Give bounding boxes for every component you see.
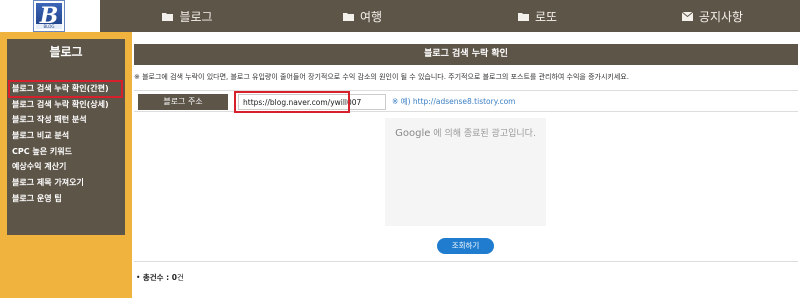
blog-url-label: 블로그 주소	[138, 94, 228, 110]
main-content: 블로그 검색 누락 확인 ※ 블로그에 검색 누락이 있다면, 블로그 유입량이…	[132, 32, 800, 298]
top-bar: B BLOG 블로그 여행 로또 공지사항	[0, 0, 800, 32]
folder-icon	[517, 12, 529, 21]
ad-message: Google 에 의해 종료된 광고입니다.	[385, 126, 546, 139]
sidebar-item-blog-compare[interactable]: 블로그 비교 분석	[7, 128, 125, 144]
sidebar-item-search-check-simple[interactable]: 블로그 검색 누락 확인(간편)	[8, 80, 123, 98]
sidebar-item-tips[interactable]: 블로그 운영 팁	[7, 191, 125, 207]
sidebar-panel: 블로그 블로그 검색 누락 확인(간편) 블로그 검색 누락 확인(상세) 블로…	[7, 39, 125, 235]
nav-item-travel[interactable]: 여행	[275, 0, 450, 32]
search-button[interactable]: 조회하기	[437, 238, 494, 254]
main-nav: 블로그 여행 로또 공지사항	[100, 0, 800, 32]
sidebar-item-revenue-calculator[interactable]: 예상수익 계산기	[7, 159, 125, 175]
google-label: Google	[395, 128, 431, 139]
sidebar-title: 블로그	[49, 45, 83, 59]
nav-item-notice[interactable]: 공지사항	[625, 0, 800, 32]
nav-item-lotto[interactable]: 로또	[450, 0, 625, 32]
sidebar-item-search-check-detail[interactable]: 블로그 검색 누락 확인(상세)	[7, 97, 125, 113]
nav-label: 로또	[534, 9, 558, 24]
sidebar-item-title-fetch[interactable]: 블로그 제목 가져오기	[7, 175, 125, 191]
divider	[134, 261, 798, 262]
nav-label: 공지사항	[698, 9, 744, 24]
ad-placeholder: Google 에 의해 종료된 광고입니다.	[385, 118, 546, 226]
site-logo[interactable]: B BLOG	[34, 1, 64, 31]
highlight-outline	[234, 91, 350, 113]
ad-text: 에 의해 종료된 광고입니다.	[430, 129, 536, 139]
sidebar-item-pattern-analysis[interactable]: 블로그 작성 패턴 분석	[7, 112, 125, 128]
sidebar-item-cpc-keywords[interactable]: CPC 높은 키워드	[7, 144, 125, 160]
total-count: • 총건수 : 0건	[136, 273, 184, 282]
sidebar-menu: 블로그 검색 누락 확인(간편) 블로그 검색 누락 확인(상세) 블로그 작성…	[7, 75, 125, 225]
folder-icon	[342, 12, 354, 21]
blog-url-form-row: 블로그 주소 ※ 예) http://adsense8.tistory.com	[134, 90, 798, 113]
nav-item-blog[interactable]: 블로그	[100, 0, 275, 32]
mail-icon	[681, 11, 693, 21]
logo-tagline: BLOG	[36, 24, 62, 29]
example-hint: ※ 예) http://adsense8.tistory.com	[392, 97, 516, 106]
notice-text: ※ 블로그에 검색 누락이 있다면, 블로그 유입량이 줄어들어 장기적으로 수…	[134, 73, 629, 81]
folder-icon	[162, 12, 174, 21]
page-title: 블로그 검색 누락 확인	[134, 44, 798, 65]
count-unit: 건	[176, 273, 184, 282]
nav-label: 여행	[359, 9, 383, 24]
nav-label: 블로그	[179, 9, 213, 24]
count-label: 총건수 :	[142, 273, 172, 282]
sidebar: 블로그 블로그 검색 누락 확인(간편) 블로그 검색 누락 확인(상세) 블로…	[0, 32, 132, 298]
